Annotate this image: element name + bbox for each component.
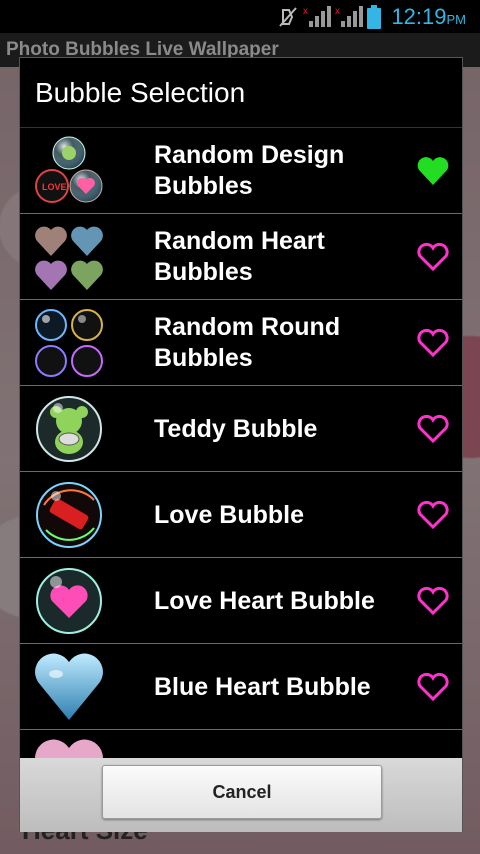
heart-unselected-icon[interactable] [416, 413, 450, 445]
heart-unselected-icon[interactable] [416, 241, 450, 273]
heart-unselected-icon[interactable] [416, 327, 450, 359]
list-item-love-bubble[interactable]: Love Bubble [20, 472, 462, 558]
cancel-button[interactable]: Cancel [102, 765, 382, 819]
list-item-teddy-bubble[interactable]: Teddy Bubble [20, 386, 462, 472]
design-bubbles-icon: LOVE [35, 136, 103, 203]
list-item-love-heart-bubble[interactable]: Love Heart Bubble [20, 558, 462, 644]
heart-unselected-icon[interactable] [416, 585, 450, 617]
heart-unselected-icon[interactable] [416, 671, 450, 703]
list-item-blue-heart-bubble[interactable]: Blue Heart Bubble [20, 644, 462, 730]
bubble-list[interactable]: LOVE Random Design Bubbles Random Heart … [20, 128, 462, 758]
list-item-label: Love Bubble [154, 500, 305, 529]
love-bubble-icon [36, 482, 102, 548]
dialog-title: Bubble Selection [20, 58, 462, 128]
list-item-label: Random Round Bubbles [154, 313, 341, 372]
signal-no-service-icon: x [335, 6, 364, 27]
svg-text:LOVE: LOVE [42, 182, 67, 192]
clock: 12:19PM [391, 4, 466, 29]
list-item-label: Love Heart Bubble [154, 586, 375, 615]
round-bubbles-icon [35, 309, 103, 377]
mute-icon [279, 7, 298, 27]
blue-heart-bubble-icon [35, 653, 103, 720]
status-bar: x x 12:19PM [0, 0, 480, 33]
love-heart-bubble-icon [36, 568, 102, 634]
teddy-bubble-icon [36, 396, 102, 462]
list-item-random-design-bubbles[interactable]: LOVE Random Design Bubbles [20, 128, 462, 214]
list-item-partial[interactable] [20, 730, 462, 758]
list-item-label: Teddy Bubble [154, 414, 318, 443]
list-item-label [154, 730, 404, 758]
bubble-selection-dialog: Bubble Selection LOVE Random Design Bubb… [19, 57, 463, 832]
heart-bubbles-icon [35, 226, 103, 290]
list-item-random-heart-bubbles[interactable]: Random Heart Bubbles [20, 214, 462, 300]
list-item-label: Random Heart Bubbles [154, 227, 325, 286]
list-item-label: Blue Heart Bubble [154, 672, 371, 701]
dialog-footer: Cancel [20, 758, 462, 832]
pink-heart-bubble-icon [35, 739, 103, 758]
heart-unselected-icon[interactable] [416, 499, 450, 531]
heart-selected-icon[interactable] [416, 155, 450, 187]
list-item-label: Random Design Bubbles [154, 141, 345, 200]
list-item-random-round-bubbles[interactable]: Random Round Bubbles [20, 300, 462, 386]
svg-text:x: x [303, 6, 308, 17]
battery-icon [367, 5, 382, 29]
signal-no-service-icon: x [303, 6, 332, 27]
status-icons: x x 12:19PM [277, 3, 466, 31]
svg-text:x: x [335, 6, 340, 17]
